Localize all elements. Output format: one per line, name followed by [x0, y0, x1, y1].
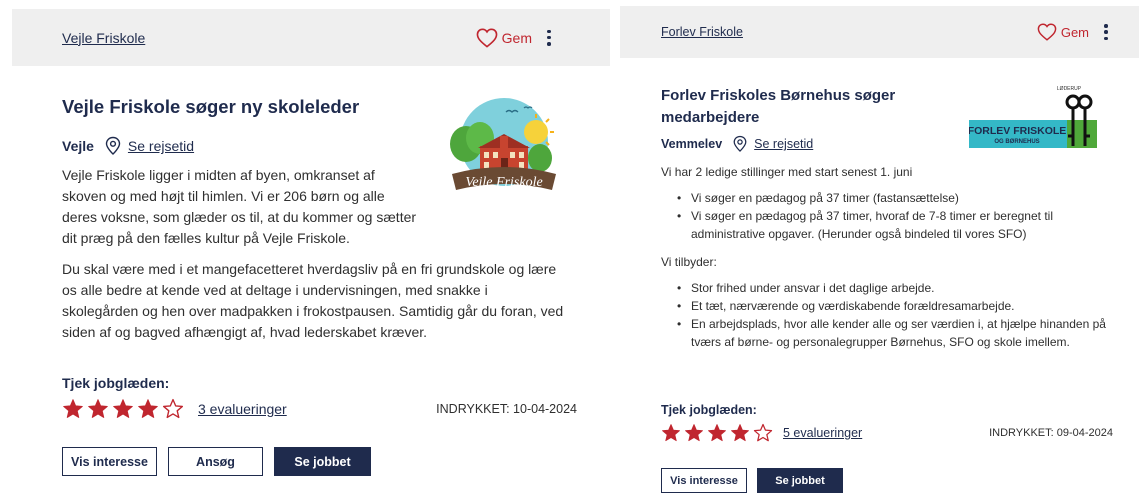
location-pin-icon	[105, 136, 121, 155]
logo-arc-text: LØDERUP	[1057, 86, 1082, 92]
star-empty-icon	[162, 398, 184, 419]
company-logo: LØDERUP FORLEV FRISKOLE OG BØRNEHUS	[968, 80, 1099, 154]
location-pin-icon	[733, 135, 747, 152]
list-item: Vi søger en pædagog på 37 timer, hvoraf …	[661, 207, 1117, 243]
positions-list: Vi søger en pædagog på 37 timer (fastans…	[661, 189, 1117, 243]
save-button[interactable]: Gem	[1037, 23, 1089, 41]
job-card-vejle: Vejle Friskole Gem Vejle Friskole søger …	[12, 0, 610, 493]
list-item: Vi søger en pædagog på 37 timer (fastans…	[661, 189, 1117, 207]
description-paragraph: Du skal være med i et mangefacetteret hv…	[62, 261, 564, 340]
more-options-icon[interactable]	[546, 29, 552, 46]
rating-row: 3 evalueringer INDRYKKET: 10-04-2024	[62, 398, 577, 420]
list-item: Et tæt, nærværende og værdiskabende foræ…	[661, 297, 1117, 315]
posted-date: INDRYKKET: 09-04-2024	[989, 427, 1113, 439]
job-card-forlev: Forlev Friskole Gem Forlev Friskoles Bør…	[620, 0, 1139, 493]
rating-stars	[62, 398, 184, 420]
logo-line2: OG BØRNEHUS	[994, 139, 1039, 145]
reviews-link[interactable]: 3 evalueringer	[198, 401, 287, 417]
view-job-button[interactable]: Se jobbet	[274, 447, 371, 476]
save-label: Gem	[1060, 24, 1089, 40]
view-job-button[interactable]: Se jobbet	[757, 468, 843, 493]
action-buttons: Vis interesse Se jobbet	[661, 468, 843, 493]
intro-text: Vi har 2 ledige stillinger med start sen…	[661, 165, 913, 179]
logo-text: Vejle Friskole	[465, 175, 542, 190]
offer-heading: Vi tilbyder:	[661, 255, 717, 269]
star-filled-icon	[113, 399, 133, 418]
company-link[interactable]: Forlev Friskole	[661, 25, 743, 39]
star-filled-icon	[731, 424, 749, 442]
rating-stars	[661, 423, 773, 443]
show-interest-button[interactable]: Vis interesse	[62, 447, 157, 476]
card-body: Forlev Friskoles Børnehus søger medarbej…	[620, 58, 1139, 351]
offers-list: Stor frihed under ansvar i det daglige a…	[661, 279, 1117, 351]
location: Vejle	[62, 138, 94, 154]
rating-heading: Tjek jobglæden:	[62, 375, 170, 391]
logo-line1: FORLEV FRISKOLE	[969, 125, 1066, 137]
star-filled-icon	[685, 424, 703, 442]
rating-row: 5 evalueringer INDRYKKET: 09-04-2024	[661, 423, 1113, 443]
star-empty-icon	[753, 423, 773, 442]
company-link[interactable]: Vejle Friskole	[62, 30, 145, 46]
heart-icon	[1037, 23, 1057, 41]
action-buttons: Vis interesse Ansøg Se jobbet	[62, 447, 371, 476]
save-button[interactable]: Gem	[476, 28, 532, 48]
card-header: Vejle Friskole Gem	[12, 9, 610, 66]
posted-date: INDRYKKET: 10-04-2024	[436, 402, 577, 416]
show-interest-button[interactable]: Vis interesse	[661, 468, 747, 493]
apply-button[interactable]: Ansøg	[168, 447, 263, 476]
list-item: Stor frihed under ansvar i det daglige a…	[661, 279, 1117, 297]
job-title: Vejle Friskole søger ny skoleleder	[62, 96, 360, 117]
save-label: Gem	[501, 29, 532, 46]
description-paragraph: Vejle Friskole ligger i midten af byen, …	[62, 167, 417, 246]
travel-time-link[interactable]: Se rejsetid	[754, 137, 813, 151]
card-header: Forlev Friskole Gem	[620, 6, 1139, 58]
location: Vemmelev	[661, 137, 723, 151]
star-filled-icon	[138, 399, 158, 418]
company-logo: Vejle Friskole	[444, 94, 564, 202]
star-filled-icon	[662, 424, 680, 442]
star-filled-icon	[63, 399, 83, 418]
heart-icon	[476, 28, 498, 48]
star-filled-icon	[708, 424, 726, 442]
job-title: Forlev Friskoles Børnehus søger medarbej…	[661, 87, 896, 126]
card-body: Vejle Friskole søger ny skoleleder Vejle…	[12, 66, 610, 343]
more-options-icon[interactable]	[1103, 24, 1109, 40]
star-filled-icon	[88, 399, 108, 418]
travel-time-link[interactable]: Se rejsetid	[128, 138, 194, 154]
list-item: En arbejdsplads, hvor alle kender alle o…	[661, 315, 1117, 351]
reviews-link[interactable]: 5 evalueringer	[783, 426, 862, 440]
rating-heading: Tjek jobglæden:	[661, 403, 757, 417]
